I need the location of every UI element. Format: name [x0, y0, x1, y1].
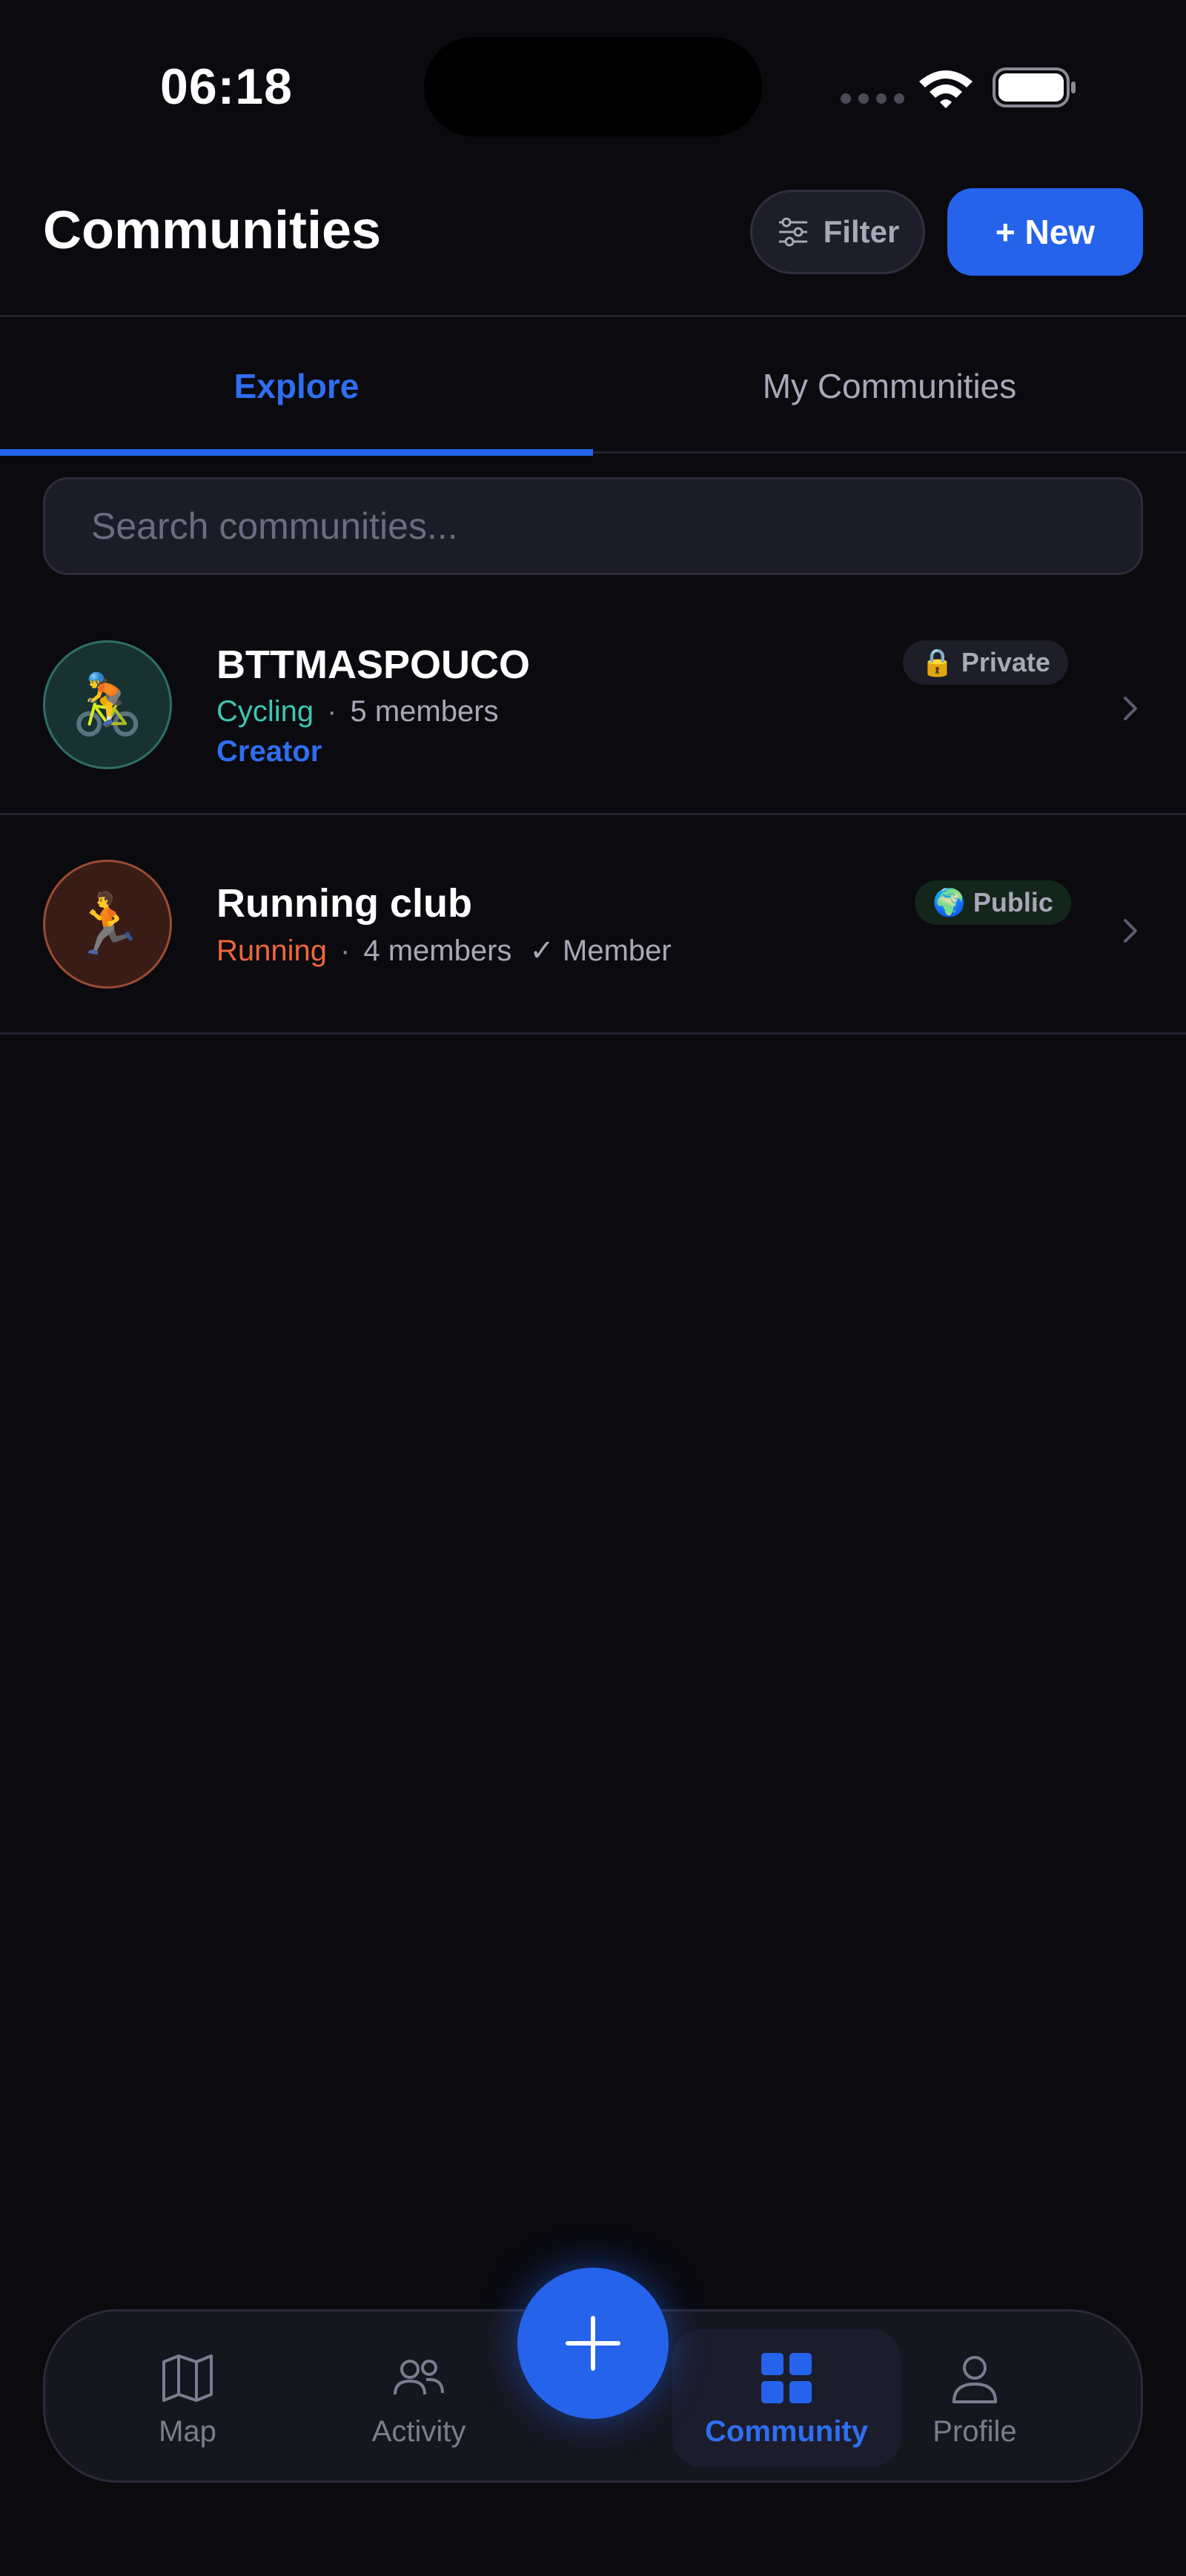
chevron-right-icon: [1124, 697, 1137, 720]
privacy-badge: 🔒 Private: [903, 640, 1068, 685]
community-avatar: 🏃: [43, 860, 172, 989]
lock-icon: 🔒: [921, 647, 954, 677]
community-list: 🚴 BTTMASPOUCO Cycling · 5 members Creato…: [0, 593, 1186, 1035]
header: Communities Filter + New: [0, 170, 1186, 317]
globe-icon: 🌍: [932, 887, 966, 917]
wifi-icon: [919, 70, 973, 108]
add-activity-button[interactable]: [517, 2268, 669, 2419]
privacy-badge: 🌍 Public: [915, 880, 1071, 925]
privacy-label: Public: [973, 887, 1053, 917]
person-icon: [953, 2355, 997, 2403]
status-bar: 06:18: [0, 0, 1186, 170]
membership-status: ✓ Member: [529, 935, 672, 967]
community-meta: Cycling · 5 members: [216, 695, 499, 728]
search-input[interactable]: [43, 477, 1143, 575]
community-row[interactable]: 🏃 Running club Running · 4 members ✓ Mem…: [0, 815, 1186, 1035]
community-row[interactable]: 🚴 BTTMASPOUCO Cycling · 5 members Creato…: [0, 593, 1186, 815]
community-name: Running club: [216, 881, 472, 926]
nav-activity[interactable]: Activity: [330, 2311, 508, 2485]
chevron-right-icon: [1124, 919, 1137, 943]
community-name: BTTMASPOUCO: [216, 643, 530, 687]
member-count: 4 members: [363, 934, 512, 967]
privacy-label: Private: [961, 647, 1050, 677]
separator-dot: ·: [340, 934, 351, 967]
tab-my-communities[interactable]: My Communities: [593, 319, 1186, 454]
nav-label: Community: [705, 2414, 868, 2448]
nav-community[interactable]: Community: [672, 2329, 901, 2467]
nav-map[interactable]: Map: [99, 2311, 276, 2485]
nav-label: Profile: [932, 2414, 1017, 2448]
dynamic-island: [424, 37, 762, 136]
nav-profile[interactable]: Profile: [886, 2311, 1064, 2485]
sliders-icon: [778, 217, 807, 247]
plus-icon: [566, 2316, 620, 2371]
filter-button[interactable]: Filter: [750, 190, 925, 274]
filter-label: Filter: [823, 214, 900, 249]
community-meta: Running · 4 members ✓ Member: [216, 934, 672, 968]
page-title: Communities: [43, 201, 382, 260]
role-label: Creator: [216, 735, 322, 768]
status-time: 06:18: [160, 59, 293, 115]
signal-dots-icon: [841, 93, 904, 104]
people-icon: [394, 2359, 444, 2394]
member-count: 5 members: [350, 695, 499, 728]
sport-label: Cycling: [216, 695, 314, 728]
nav-label: Map: [159, 2414, 216, 2448]
community-avatar: 🚴: [43, 640, 172, 769]
new-community-button[interactable]: + New: [947, 188, 1143, 276]
separator-dot: ·: [327, 695, 337, 728]
battery-icon: [993, 67, 1076, 107]
grid-icon: [761, 2352, 812, 2403]
sport-label: Running: [216, 934, 328, 967]
nav-label: Activity: [371, 2414, 466, 2448]
tab-explore[interactable]: Explore: [0, 319, 593, 456]
map-icon: [162, 2354, 213, 2402]
communities-screen: 06:18 Communities Filter + New Explore M…: [0, 0, 1186, 2576]
tab-bar: Explore My Communities: [0, 319, 1186, 456]
